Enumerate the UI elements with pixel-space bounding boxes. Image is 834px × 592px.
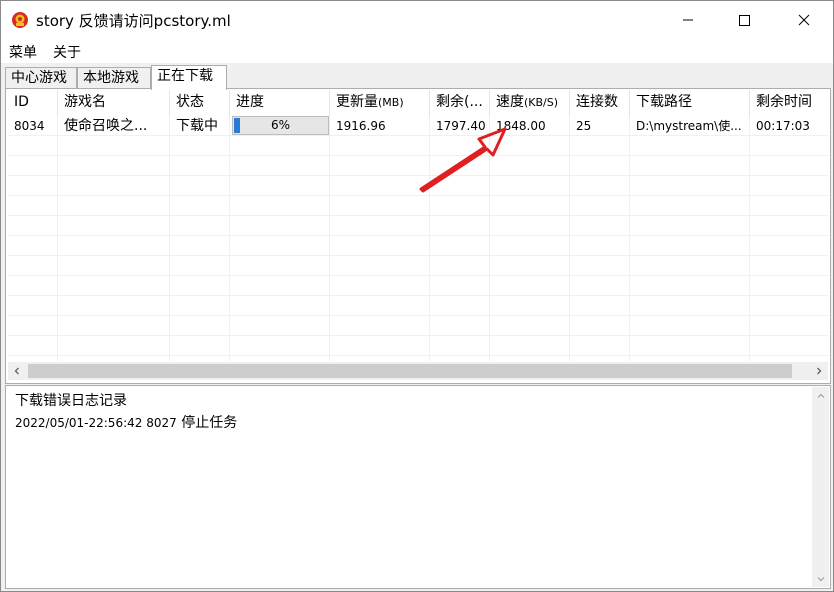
column-header-status[interactable]: 状态 <box>170 90 230 116</box>
grid-line <box>329 116 330 361</box>
close-icon <box>798 14 810 26</box>
menu-bar: 菜单 关于 <box>1 39 833 63</box>
chevron-right-icon <box>817 367 822 375</box>
chevron-down-icon <box>817 576 824 581</box>
grid-line <box>229 116 230 361</box>
list-header: ID 游戏名 状态 进度 更新量(MB) 剩余(... 速度(KB/S) 连接数… <box>8 90 828 116</box>
maximize-icon <box>739 15 750 26</box>
cell-remaining: 1797.40 <box>436 119 486 133</box>
grid-line <box>8 355 828 356</box>
column-header-remaining[interactable]: 剩余(... <box>430 90 490 116</box>
cell-game-name: 使命召唤之... <box>64 118 148 134</box>
grid-line <box>8 195 828 196</box>
window-title: story 反馈请访问pcstory.ml <box>36 12 231 30</box>
table-row[interactable]: 8034 使命召唤之... 下载中 6% 1916.96 1797.40 184… <box>8 116 828 136</box>
cell-time-left: 00:17:03 <box>756 119 810 133</box>
grid-line <box>57 116 58 361</box>
cell-connections: 25 <box>576 119 592 133</box>
maximize-button[interactable] <box>721 1 767 39</box>
scroll-up-button[interactable] <box>812 387 829 404</box>
cell-id: 8034 <box>14 119 45 133</box>
grid-line <box>8 175 828 176</box>
cell-speed: 1848.00 <box>496 119 546 133</box>
log-title: 下载错误日志记录 <box>15 393 127 409</box>
grid-line <box>8 215 828 216</box>
chevron-up-icon <box>817 393 824 398</box>
scroll-right-button[interactable] <box>810 362 828 380</box>
column-header-path[interactable]: 下载路径 <box>630 90 750 116</box>
cell-path: D:\mystream\使... <box>636 119 742 133</box>
download-panel: ID 游戏名 状态 进度 更新量(MB) 剩余(... 速度(KB/S) 连接数… <box>5 88 831 384</box>
cell-status: 下载中 <box>176 118 218 134</box>
tab-local-games[interactable]: 本地游戏 <box>77 67 151 89</box>
column-header-name[interactable]: 游戏名 <box>58 90 170 116</box>
log-entry: 2022/05/01-22:56:42 8027 停止任务 <box>15 412 237 432</box>
grid-line <box>8 315 828 316</box>
grid-line <box>8 235 828 236</box>
grid-line <box>429 116 430 361</box>
log-message: 停止任务 <box>181 415 238 431</box>
title-bar: story 反馈请访问pcstory.ml <box>1 1 833 39</box>
cell-update-size: 1916.96 <box>336 119 386 133</box>
scroll-left-button[interactable] <box>8 362 26 380</box>
app-emblem-icon <box>11 11 29 29</box>
grid-line <box>489 116 490 361</box>
grid-line <box>629 116 630 361</box>
column-header-update-size[interactable]: 更新量(MB) <box>330 90 430 116</box>
log-timestamp: 2022/05/01-22:56:42 8027 <box>15 416 177 430</box>
progress-bar: 6% <box>232 116 329 135</box>
scrollbar-thumb[interactable] <box>28 364 792 378</box>
error-log-panel[interactable]: 下载错误日志记录 2022/05/01-22:56:42 8027 停止任务 <box>5 385 831 589</box>
tab-downloading[interactable]: 正在下载 <box>151 65 227 90</box>
menu-about[interactable]: 关于 <box>53 42 81 62</box>
scroll-down-button[interactable] <box>812 570 829 587</box>
grid-line <box>8 155 828 156</box>
column-header-speed[interactable]: 速度(KB/S) <box>490 90 570 116</box>
column-header-connections[interactable]: 连接数 <box>570 90 630 116</box>
column-header-id[interactable]: ID <box>8 90 58 116</box>
chevron-left-icon <box>14 367 19 375</box>
grid-line <box>749 116 750 361</box>
column-header-time-left[interactable]: 剩余时间 <box>750 90 828 116</box>
grid-line <box>8 335 828 336</box>
grid-line <box>8 295 828 296</box>
close-button[interactable] <box>781 1 827 39</box>
grid-line <box>8 275 828 276</box>
download-list[interactable]: ID 游戏名 状态 进度 更新量(MB) 剩余(... 速度(KB/S) 连接数… <box>8 90 828 361</box>
progress-text: 6% <box>270 118 291 132</box>
column-header-progress[interactable]: 进度 <box>230 90 330 116</box>
app-window: story 反馈请访问pcstory.ml 菜单 关于 中心游戏 本地游戏 正在… <box>0 0 834 592</box>
grid-line <box>569 116 570 361</box>
minimize-icon <box>683 19 693 21</box>
grid-line <box>169 116 170 361</box>
tab-center-games[interactable]: 中心游戏 <box>5 67 77 89</box>
horizontal-scrollbar[interactable] <box>8 362 828 380</box>
grid-line <box>8 255 828 256</box>
vertical-scrollbar[interactable] <box>812 387 829 587</box>
menu-main[interactable]: 菜单 <box>9 42 37 62</box>
minimize-button[interactable] <box>665 1 711 39</box>
